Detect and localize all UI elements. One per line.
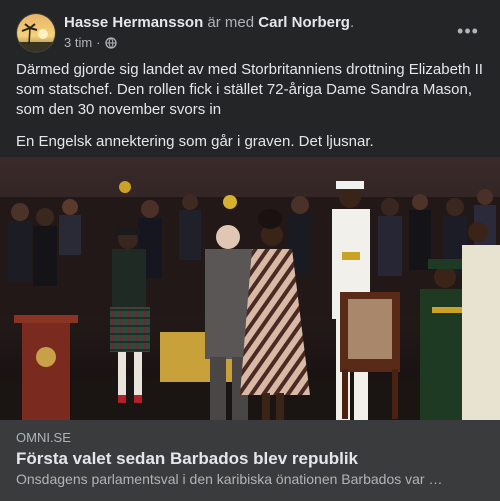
post-author-line: Hasse Hermansson är med Carl Norberg. <box>64 13 354 33</box>
post-body: Därmed gjorde sig landet av med Storbrit… <box>16 60 486 164</box>
meta-separator: · <box>96 35 101 50</box>
post-timestamp[interactable]: 3 tim <box>64 34 92 52</box>
post-paragraph-1: Därmed gjorde sig landet av med Storbrit… <box>16 61 483 118</box>
link-title[interactable]: Första valet sedan Barbados blev republi… <box>16 448 484 470</box>
more-options-icon[interactable]: ••• <box>456 19 480 43</box>
facebook-post-card: Hasse Hermansson är med Carl Norberg. 3 … <box>0 0 500 501</box>
with-text: är med <box>207 14 255 31</box>
post-photo[interactable] <box>0 157 500 420</box>
author-name[interactable]: Hasse Hermansson <box>64 14 203 31</box>
author-avatar[interactable] <box>16 13 56 53</box>
link-preview[interactable]: OMNI.SE Första valet sedan Barbados blev… <box>0 420 500 501</box>
post-header: Hasse Hermansson är med Carl Norberg. 3 … <box>16 11 486 55</box>
link-domain: OMNI.SE <box>16 430 71 445</box>
ceremony-photo <box>0 157 500 420</box>
tagged-person[interactable]: Carl Norberg <box>258 14 350 31</box>
avatar-image <box>17 14 55 52</box>
tagged-suffix: . <box>349 14 355 31</box>
link-description: Onsdagens parlamentsval i den karibiska … <box>16 471 443 487</box>
post-paragraph-2: En Engelsk annektering som går i graven.… <box>16 133 374 150</box>
globe-icon <box>104 37 117 49</box>
post-meta: 3 tim · <box>64 34 117 52</box>
